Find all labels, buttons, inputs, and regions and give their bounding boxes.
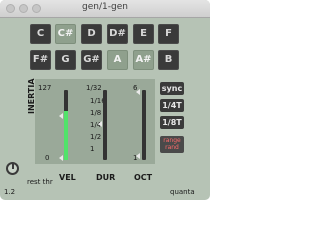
- dur-top-value: 1/32: [86, 84, 102, 92]
- title-bar: gen/1-gen: [0, 0, 210, 18]
- quarter-triplet-button[interactable]: 1/4T: [160, 99, 184, 112]
- dur-label: DUR: [96, 173, 116, 182]
- vel-slider[interactable]: [64, 90, 68, 160]
- oct-bottom-handle[interactable]: [136, 153, 140, 159]
- range-rand-button[interactable]: range rand: [160, 136, 184, 153]
- note-key-g[interactable]: G: [55, 50, 76, 70]
- dur-scale-mark: 1/8: [90, 109, 102, 117]
- range-rand-line2: rand: [165, 144, 179, 151]
- note-key-a[interactable]: A: [107, 50, 128, 70]
- vel-slider-handle[interactable]: [59, 113, 63, 119]
- oct-slider[interactable]: [142, 90, 146, 160]
- inertia-bottom-value: 0: [45, 154, 50, 162]
- brand-label: quanta: [170, 188, 195, 196]
- note-key-b[interactable]: B: [158, 50, 179, 70]
- eighth-triplet-button[interactable]: 1/8T: [160, 116, 184, 129]
- note-key-e[interactable]: E: [133, 24, 154, 44]
- oct-label: OCT: [134, 173, 153, 182]
- oct-top-handle[interactable]: [136, 89, 140, 95]
- vel-label: VEL: [59, 173, 76, 182]
- note-key-d-sharp[interactable]: D#: [107, 24, 128, 44]
- vel-low-handle[interactable]: [59, 155, 63, 161]
- note-key-a-sharp[interactable]: A#: [133, 50, 154, 70]
- note-key-f[interactable]: F: [158, 24, 179, 44]
- version-label: 1.2: [4, 188, 16, 196]
- note-key-g-sharp[interactable]: G#: [81, 50, 102, 70]
- range-rand-line1: range: [163, 137, 181, 144]
- dur-scale-mark: 1/2: [90, 133, 102, 141]
- dur-slider[interactable]: [103, 90, 107, 160]
- rest-threshold-knob[interactable]: [6, 162, 19, 175]
- inertia-label: INERTIA: [27, 78, 36, 114]
- note-key-c[interactable]: C: [30, 24, 51, 44]
- note-key-f-sharp[interactable]: F#: [30, 50, 51, 70]
- sync-button[interactable]: sync: [160, 82, 184, 95]
- dur-scale-mark: 1: [90, 145, 95, 153]
- inertia-top-value: 127: [38, 84, 52, 92]
- dur-slider-handle[interactable]: [98, 121, 102, 127]
- note-key-c-sharp[interactable]: C#: [55, 24, 76, 44]
- app-window: gen/1-gen C C# D D# E F F# G G# A A# B INERTIA 127 …: [0, 0, 210, 200]
- vel-slider-fill: [64, 111, 68, 160]
- window-title: gen/1-gen: [82, 2, 128, 12]
- note-key-d[interactable]: D: [81, 24, 102, 44]
- rest-threshold-label: rest thr: [27, 178, 53, 186]
